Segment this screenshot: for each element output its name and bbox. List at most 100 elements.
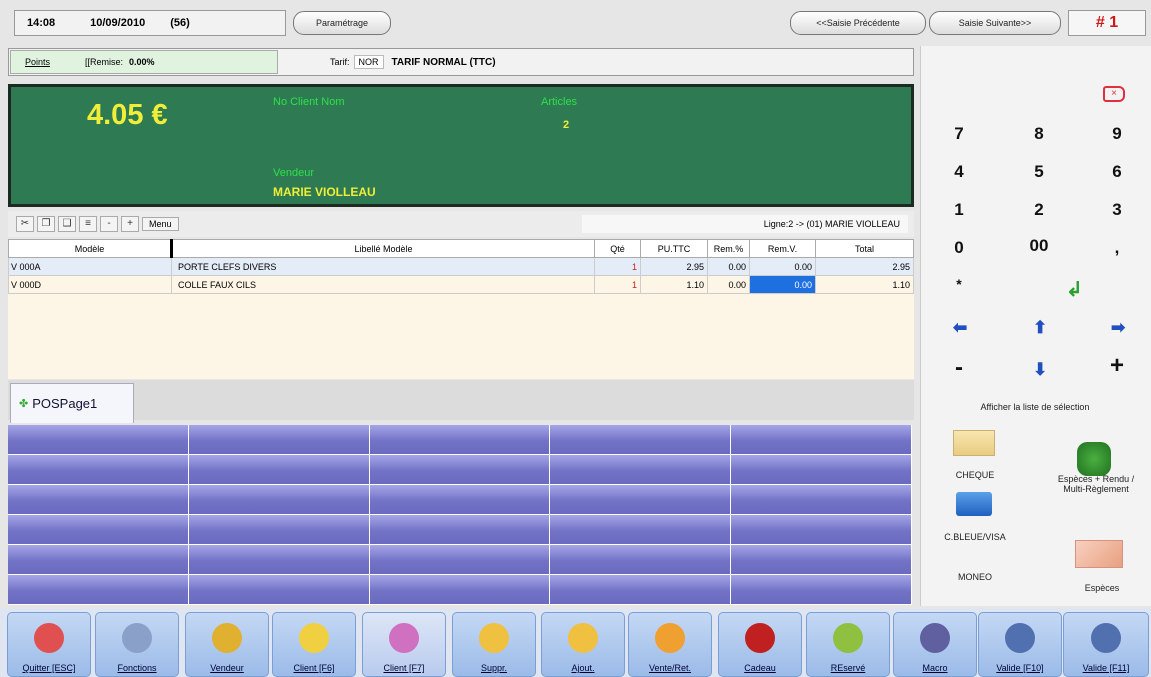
quick-key[interactable] (550, 515, 732, 545)
key-8[interactable]: 8 (1019, 124, 1059, 144)
quick-key[interactable] (550, 485, 732, 515)
minus-icon[interactable]: - (100, 216, 118, 232)
row-discount-value[interactable]: 0.00 (749, 275, 816, 294)
plus-icon[interactable]: + (121, 216, 139, 232)
quick-key[interactable] (8, 515, 189, 545)
tab-pospage1[interactable]: ✤ POSPage1 (10, 383, 134, 423)
validate-f11-button[interactable]: Valide [F11] (1063, 612, 1149, 677)
enter-icon[interactable]: ↲ (1066, 277, 1083, 302)
quick-key[interactable] (8, 545, 189, 575)
quick-key[interactable] (369, 515, 551, 545)
quick-key[interactable] (369, 455, 551, 485)
header-label[interactable]: Libellé Modèle (170, 239, 595, 258)
quick-key[interactable] (369, 575, 551, 605)
quick-key[interactable] (550, 425, 732, 455)
quick-key[interactable] (8, 485, 189, 515)
arrow-up-icon[interactable]: ⬆ (1033, 318, 1047, 338)
sale-return-button[interactable]: Vente/Ret. (628, 612, 712, 677)
cash-multi-button[interactable]: Espèces + Rendu / Multi-Règlement (1042, 474, 1150, 494)
table-row[interactable]: V 000D COLLE FAUX CILS 1 1.10 0.00 0.00 … (8, 275, 914, 294)
row-discount-pct[interactable]: 0.00 (707, 275, 750, 294)
quick-key[interactable] (731, 575, 912, 605)
gift-button[interactable]: Cadeau (718, 612, 802, 677)
quick-key[interactable] (188, 575, 370, 605)
key-5[interactable]: 5 (1019, 162, 1059, 182)
quick-key[interactable] (188, 545, 370, 575)
add-button[interactable]: Ajout. (541, 612, 625, 677)
quick-key[interactable] (731, 455, 912, 485)
quick-key[interactable] (188, 515, 370, 545)
client-f7-button[interactable]: Client [F7] (362, 612, 446, 677)
edit-icon[interactable]: ≡ (79, 216, 97, 232)
quick-key[interactable] (550, 455, 732, 485)
row-discount-pct[interactable]: 0.00 (707, 257, 750, 276)
key-00[interactable]: 00 (1019, 236, 1059, 256)
quick-key[interactable] (188, 455, 370, 485)
backspace-icon[interactable]: × (1103, 86, 1125, 102)
header-model[interactable]: Modèle (8, 239, 172, 258)
header-discount-value[interactable]: Rem.V. (749, 239, 816, 258)
header-total[interactable]: Total (815, 239, 914, 258)
quick-key[interactable] (369, 425, 551, 455)
quick-key[interactable] (731, 515, 912, 545)
arrow-right-icon[interactable]: ➡ (1111, 318, 1125, 338)
card-button[interactable]: C.BLEUE/VISA (935, 532, 1015, 542)
row-unit-price[interactable]: 2.95 (640, 257, 708, 276)
cash-multi-icon[interactable] (1077, 442, 1111, 476)
key-plus[interactable]: + (1097, 352, 1137, 380)
row-unit-price[interactable]: 1.10 (640, 275, 708, 294)
menu-button[interactable]: Menu (142, 217, 179, 231)
quit-button[interactable]: Quitter [ESC] (7, 612, 91, 677)
quick-key[interactable] (731, 545, 912, 575)
key-6[interactable]: 6 (1097, 162, 1137, 182)
quick-key[interactable] (188, 425, 370, 455)
header-discount-pct[interactable]: Rem.% (707, 239, 750, 258)
next-entry-button[interactable]: Saisie Suivante>> (929, 11, 1061, 35)
key-3[interactable]: 3 (1097, 200, 1137, 220)
points-label[interactable]: Points (25, 57, 50, 67)
table-row[interactable]: V 000A PORTE CLEFS DIVERS 1 2.95 0.00 0.… (8, 257, 914, 276)
tariff-code[interactable]: NOR (353, 55, 384, 69)
header-unit-price[interactable]: PU.TTC (640, 239, 708, 258)
cash-icon[interactable] (1075, 540, 1123, 568)
functions-button[interactable]: Fonctions (95, 612, 179, 677)
quick-key[interactable] (369, 485, 551, 515)
settings-button[interactable]: Paramétrage (293, 11, 391, 35)
quick-key[interactable] (731, 485, 912, 515)
row-qty[interactable]: 1 (594, 257, 641, 276)
quick-key[interactable] (8, 455, 189, 485)
key-9[interactable]: 9 (1097, 124, 1137, 144)
key-0[interactable]: 0 (939, 238, 979, 258)
quick-key[interactable] (369, 545, 551, 575)
key-7[interactable]: 7 (939, 124, 979, 144)
moneo-button[interactable]: MONEO (940, 572, 1010, 582)
cut-icon[interactable]: ✂ (16, 216, 34, 232)
cash-button[interactable]: Espèces (1062, 583, 1142, 593)
quick-key[interactable] (8, 575, 189, 605)
quick-key[interactable] (550, 545, 732, 575)
key-minus[interactable]: - (939, 354, 979, 382)
quick-key[interactable] (8, 425, 189, 455)
row-discount-value[interactable]: 0.00 (749, 257, 816, 276)
previous-entry-button[interactable]: <<Saisie Précédente (790, 11, 926, 35)
arrow-left-icon[interactable]: ⬅ (953, 318, 967, 338)
show-selection-list[interactable]: Afficher la liste de sélection (925, 402, 1145, 412)
arrow-down-icon[interactable]: ⬇ (1033, 360, 1047, 380)
reserved-button[interactable]: REservé (806, 612, 890, 677)
cheque-button[interactable]: CHEQUE (940, 470, 1010, 480)
key-2[interactable]: 2 (1019, 200, 1059, 220)
paste-icon[interactable]: ❑ (58, 216, 76, 232)
key-1[interactable]: 1 (939, 200, 979, 220)
copy-icon[interactable]: ❐ (37, 216, 55, 232)
quick-key[interactable] (731, 425, 912, 455)
validate-f10-button[interactable]: Valide [F10] (978, 612, 1062, 677)
delete-button[interactable]: Suppr. (452, 612, 536, 677)
cheque-icon[interactable] (953, 430, 995, 456)
seller-button[interactable]: Vendeur (185, 612, 269, 677)
card-icon[interactable] (956, 492, 992, 516)
key-4[interactable]: 4 (939, 162, 979, 182)
macro-button[interactable]: Macro (893, 612, 977, 677)
quick-key[interactable] (550, 575, 732, 605)
row-qty[interactable]: 1 (594, 275, 641, 294)
key-multiply[interactable]: * (939, 276, 979, 292)
